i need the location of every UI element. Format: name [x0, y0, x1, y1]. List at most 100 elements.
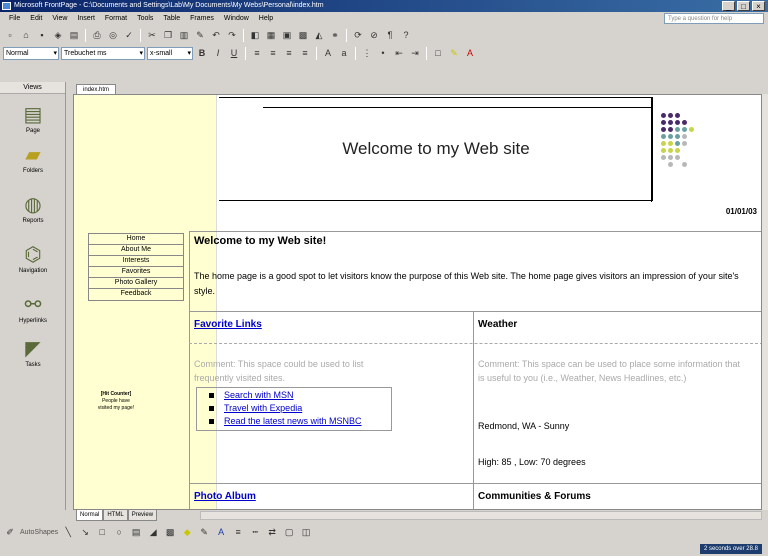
list-item[interactable]: Search with MSN: [209, 389, 391, 402]
decrease-font-icon[interactable]: a: [337, 46, 351, 60]
insert-picture-icon[interactable]: ▩: [163, 525, 177, 539]
justify-icon[interactable]: ≡: [298, 46, 312, 60]
view-folders[interactable]: ▰ Folders: [0, 144, 66, 174]
favorite-links-comment[interactable]: Comment: This space could be used to lis…: [194, 357, 374, 385]
weather-heading[interactable]: Weather: [478, 319, 517, 330]
document-editor[interactable]: Welcome to my Web site 01/01/03 Home Abo…: [73, 94, 762, 510]
view-navigation[interactable]: ⌬ Navigation: [0, 244, 66, 274]
paste-icon[interactable]: ▥: [177, 28, 191, 42]
list-item[interactable]: Travel with Expedia: [209, 402, 391, 415]
open-icon[interactable]: ⌂: [19, 28, 33, 42]
nav-item-feedback[interactable]: Feedback: [89, 289, 183, 300]
close-button[interactable]: ×: [752, 1, 765, 11]
welcome-heading[interactable]: Welcome to my Web site!: [194, 235, 326, 247]
format-painter-icon[interactable]: ✎: [193, 28, 207, 42]
align-right-icon[interactable]: ≡: [282, 46, 296, 60]
shadow-icon[interactable]: ▢: [282, 525, 296, 539]
line-style-icon[interactable]: ≡: [231, 525, 245, 539]
save-icon[interactable]: ▪: [35, 28, 49, 42]
highlight-icon[interactable]: ✎: [447, 46, 461, 60]
increase-font-icon[interactable]: A: [321, 46, 335, 60]
view-tasks[interactable]: ◤ Tasks: [0, 338, 66, 368]
menu-help[interactable]: Help: [254, 12, 278, 26]
link-search-msn[interactable]: Search with MSN: [224, 390, 294, 400]
arrow-icon[interactable]: ↘: [78, 525, 92, 539]
align-left-icon[interactable]: ≡: [250, 46, 264, 60]
underline-icon[interactable]: U: [227, 46, 241, 60]
rectangle-icon[interactable]: □: [95, 525, 109, 539]
tab-preview[interactable]: Preview: [127, 510, 158, 521]
stop-icon[interactable]: ⊘: [367, 28, 381, 42]
decrease-indent-icon[interactable]: ⇤: [392, 46, 406, 60]
hit-counter[interactable]: [Hit Counter] People have visited my pag…: [86, 391, 146, 412]
cut-icon[interactable]: ✂: [145, 28, 159, 42]
font-color-icon[interactable]: A: [214, 525, 228, 539]
page-banner-title[interactable]: Welcome to my Web site: [219, 139, 653, 159]
help-search-input[interactable]: Type a question for help: [664, 13, 764, 24]
tab-html[interactable]: HTML: [103, 510, 128, 521]
photo-album-heading[interactable]: Photo Album: [194, 491, 256, 502]
nav-item-about-me[interactable]: About Me: [89, 245, 183, 256]
font-color-icon[interactable]: A: [463, 46, 477, 60]
hyperlink-icon[interactable]: ⚭: [328, 28, 342, 42]
link-news-msnbc[interactable]: Read the latest news with MSNBC: [224, 416, 362, 426]
align-center-icon[interactable]: ≡: [266, 46, 280, 60]
menu-view[interactable]: View: [47, 12, 72, 26]
page-date[interactable]: 01/01/03: [726, 207, 757, 216]
spelling-icon[interactable]: ✓: [122, 28, 136, 42]
print-icon[interactable]: ⎙: [90, 28, 104, 42]
nav-item-interests[interactable]: Interests: [89, 256, 183, 267]
web-component-icon[interactable]: ◧: [248, 28, 262, 42]
folder-list-icon[interactable]: ▤: [67, 28, 81, 42]
minimize-button[interactable]: _: [722, 1, 735, 11]
style-select[interactable]: Normal: [3, 46, 59, 60]
new-page-icon[interactable]: ▫: [3, 28, 17, 42]
publish-icon[interactable]: ◈: [51, 28, 65, 42]
menu-table[interactable]: Table: [158, 12, 185, 26]
menu-frames[interactable]: Frames: [185, 12, 219, 26]
welcome-paragraph[interactable]: The home page is a good spot to let visi…: [194, 269, 759, 299]
menu-insert[interactable]: Insert: [72, 12, 100, 26]
copy-icon[interactable]: ❐: [161, 28, 175, 42]
oval-icon[interactable]: ○: [112, 525, 126, 539]
bold-icon[interactable]: B: [195, 46, 209, 60]
menu-tools[interactable]: Tools: [132, 12, 158, 26]
font-select[interactable]: Trebuchet ms: [61, 46, 145, 60]
vertical-scrollbar[interactable]: [762, 94, 768, 510]
autoshapes-button[interactable]: AutoShapes: [20, 529, 58, 536]
view-reports[interactable]: ◍ Reports: [0, 194, 66, 224]
textbox-icon[interactable]: ▤: [129, 525, 143, 539]
dot-logo-graphic[interactable]: [661, 113, 705, 173]
line-color-icon[interactable]: ✎: [197, 525, 211, 539]
maximize-button[interactable]: □: [737, 1, 750, 11]
fill-color-icon[interactable]: ◆: [180, 525, 194, 539]
insert-layer-icon[interactable]: ▣: [280, 28, 294, 42]
communities-heading[interactable]: Communities & Forums: [478, 491, 591, 502]
increase-indent-icon[interactable]: ⇥: [408, 46, 422, 60]
bullets-icon[interactable]: •: [376, 46, 390, 60]
menu-edit[interactable]: Edit: [25, 12, 47, 26]
weather-forecast[interactable]: High: 85 , Low: 70 degrees: [478, 457, 586, 467]
drawing-icon[interactable]: ◭: [312, 28, 326, 42]
view-hyperlinks[interactable]: ⚯ Hyperlinks: [0, 294, 66, 324]
horizontal-scrollbar[interactable]: [200, 511, 762, 520]
undo-icon[interactable]: ↶: [209, 28, 223, 42]
font-size-select[interactable]: x-small: [147, 46, 193, 60]
arrow-style-icon[interactable]: ⇄: [265, 525, 279, 539]
weather-comment[interactable]: Comment: This space can be used to place…: [478, 357, 748, 385]
menu-file[interactable]: File: [4, 12, 25, 26]
refresh-icon[interactable]: ⟳: [351, 28, 365, 42]
help-icon[interactable]: ?: [399, 28, 413, 42]
list-item[interactable]: Read the latest news with MSNBC: [209, 415, 391, 428]
nav-item-home[interactable]: Home: [89, 234, 183, 245]
redo-icon[interactable]: ↷: [225, 28, 239, 42]
preview-icon[interactable]: ◎: [106, 28, 120, 42]
tab-normal[interactable]: Normal: [76, 510, 104, 521]
show-all-icon[interactable]: ¶: [383, 28, 397, 42]
3d-icon[interactable]: ◫: [299, 525, 313, 539]
italic-icon[interactable]: I: [211, 46, 225, 60]
draw-menu-icon[interactable]: ✐: [3, 525, 17, 539]
menu-format[interactable]: Format: [100, 12, 132, 26]
link-travel-expedia[interactable]: Travel with Expedia: [224, 403, 302, 413]
favorite-links-heading[interactable]: Favorite Links: [194, 319, 262, 330]
